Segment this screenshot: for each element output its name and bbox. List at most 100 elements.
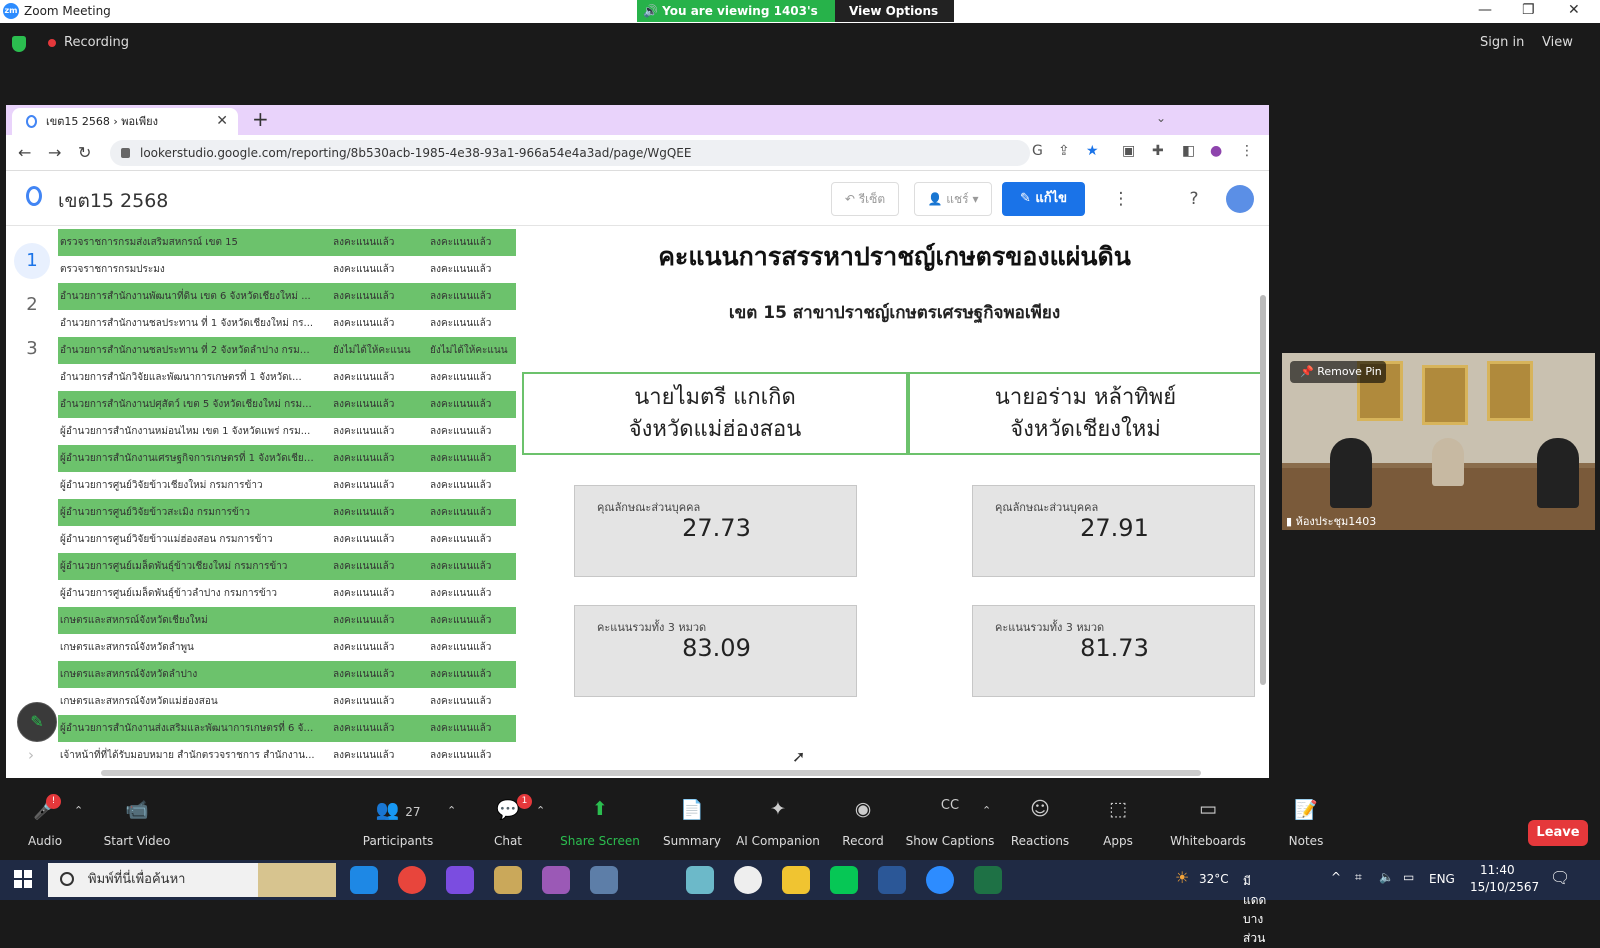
- edit-button[interactable]: ✎ แก้ไข: [1002, 182, 1085, 216]
- battery-icon[interactable]: ▭: [1403, 870, 1414, 884]
- horizontal-scrollbar[interactable]: [101, 770, 1201, 776]
- start-video-button[interactable]: 📹 Start Video: [92, 799, 182, 848]
- table-row[interactable]: ผู้อำนวยการศูนย์วิจัยข้าวแม่ฮ่องสอน กรมก…: [58, 526, 516, 553]
- record-button[interactable]: ◉ Record: [818, 798, 908, 848]
- show-captions-button[interactable]: CC Show Captions: [905, 798, 995, 848]
- ai-companion-button[interactable]: ✦ AI Companion: [733, 798, 823, 848]
- table-row[interactable]: ผู้อำนวยการศูนย์วิจัยข้าวเชียงใหม่ กรมกา…: [58, 472, 516, 499]
- page-2-button[interactable]: 2: [14, 287, 50, 323]
- audio-button[interactable]: 🎤! Audio: [0, 794, 90, 848]
- app-icon[interactable]: [494, 866, 522, 894]
- restore-icon[interactable]: ❐: [1522, 2, 1535, 18]
- notification-icon[interactable]: 🗨: [1550, 868, 1570, 887]
- table-row[interactable]: อำนวยการสำนักงานพัฒนาที่ดิน เขต 6 จังหวั…: [58, 283, 516, 310]
- taskbar-search-input[interactable]: พิมพ์ที่นี่เพื่อค้นหา: [48, 863, 336, 897]
- reload-icon[interactable]: ↻: [78, 143, 91, 162]
- participants-chevron-icon[interactable]: ⌃: [447, 804, 456, 817]
- zoom-icon[interactable]: [926, 866, 954, 894]
- network-icon[interactable]: ⌗: [1355, 870, 1362, 885]
- vertical-scrollbar[interactable]: [1260, 295, 1266, 685]
- table-row[interactable]: อำนวยการสำนักวิจัยและพัฒนาการเกษตรที่ 1 …: [58, 364, 516, 391]
- tray-chevron-icon[interactable]: ^: [1331, 870, 1341, 884]
- app-icon[interactable]: [686, 866, 714, 894]
- clock-time[interactable]: 11:40: [1480, 863, 1515, 877]
- apps-button[interactable]: ⬚ Apps: [1073, 798, 1163, 848]
- view-button[interactable]: View: [1542, 35, 1573, 50]
- chat-button[interactable]: 💬 1 Chat: [463, 794, 553, 848]
- sign-in-button[interactable]: Sign in: [1480, 35, 1524, 50]
- table-row[interactable]: เกษตรและสหกรณ์จังหวัดเชียงใหม่ ลงคะแนนแล้…: [58, 607, 516, 634]
- shield-icon[interactable]: [12, 36, 26, 52]
- minimize-icon[interactable]: —: [1478, 2, 1492, 18]
- table-row[interactable]: เกษตรและสหกรณ์จังหวัดลำพูน ลงคะแนนแล้ว ลงค…: [58, 634, 516, 661]
- back-icon[interactable]: ←: [18, 143, 31, 162]
- audio-options-chevron-icon[interactable]: ⌃: [74, 804, 83, 817]
- page-3-button[interactable]: 3: [14, 331, 50, 367]
- cast-icon[interactable]: ▣: [1122, 143, 1135, 159]
- tab-list-chevron-icon[interactable]: ⌄: [1156, 111, 1166, 125]
- app-icon[interactable]: [446, 866, 474, 894]
- table-row[interactable]: เกษตรและสหกรณ์จังหวัดลำปาง ลงคะแนนแล้ว ลงค…: [58, 661, 516, 688]
- table-row[interactable]: ผู้อำนวยการศูนย์เมล็ดพันธุ์ข้าวลำปาง กรม…: [58, 580, 516, 607]
- more-options-icon[interactable]: ⋮: [1106, 184, 1136, 214]
- table-row[interactable]: ผู้อำนวยการสำนักงานหม่อนไหม เขต 1 จังหวั…: [58, 418, 516, 445]
- forward-icon[interactable]: →: [48, 143, 61, 162]
- weather-icon[interactable]: ☀: [1175, 868, 1189, 887]
- chat-chevron-icon[interactable]: ⌃: [536, 804, 545, 817]
- reset-button[interactable]: ↶ รีเซ็ต: [831, 182, 899, 216]
- extensions-icon[interactable]: ✚: [1152, 143, 1164, 159]
- table-row[interactable]: เจ้าหน้าที่ที่ได้รับมอบหมาย สำนักตรวจราช…: [58, 742, 516, 769]
- remove-pin-button[interactable]: 📌 Remove Pin: [1290, 361, 1386, 383]
- side-panel-icon[interactable]: ◧: [1182, 143, 1195, 159]
- table-row[interactable]: อำนวยการสำนักงานชลประทาน ที่ 2 จังหวัดลำ…: [58, 337, 516, 364]
- table-row[interactable]: ผู้อำนวยการสำนักงานส่งเสริมและพัฒนาการเก…: [58, 715, 516, 742]
- edge-icon[interactable]: [350, 866, 378, 894]
- table-row[interactable]: ผู้อำนวยการศูนย์เมล็ดพันธุ์ข้าวเชียงใหม่…: [58, 553, 516, 580]
- word-icon[interactable]: [878, 866, 906, 894]
- chrome-icon[interactable]: [398, 866, 426, 894]
- chevron-right-icon[interactable]: ›: [28, 746, 34, 764]
- tab-close-icon[interactable]: ✕: [216, 108, 228, 135]
- file-explorer-icon[interactable]: [782, 866, 810, 894]
- avatar[interactable]: [1226, 185, 1254, 213]
- google-icon[interactable]: G: [1032, 143, 1043, 159]
- app-icon[interactable]: [542, 866, 570, 894]
- bookmark-star-icon[interactable]: ★: [1086, 143, 1099, 159]
- menu-kebab-icon[interactable]: ⋮: [1240, 143, 1254, 159]
- clock-date[interactable]: 15/10/2567: [1470, 880, 1539, 894]
- table-row[interactable]: อำนวยการสำนักงานปศุสัตว์ เขต 5 จังหวัดเช…: [58, 391, 516, 418]
- annotate-pencil-button[interactable]: ✎: [17, 702, 57, 742]
- calculator-icon[interactable]: [590, 866, 618, 894]
- report-name[interactable]: เขต15 2568: [58, 186, 168, 216]
- excel-icon[interactable]: [974, 866, 1002, 894]
- app-icon[interactable]: [734, 866, 762, 894]
- captions-chevron-icon[interactable]: ⌃: [982, 804, 991, 817]
- close-icon[interactable]: ✕: [1568, 2, 1580, 18]
- table-row[interactable]: ตรวจราชการกรมส่งเสริมสหกรณ์ เขต 15 ลงคะแน…: [58, 229, 516, 256]
- page-1-button[interactable]: 1: [14, 243, 50, 279]
- reactions-button[interactable]: ☺ Reactions: [995, 798, 1085, 848]
- windows-start-icon[interactable]: [14, 870, 32, 888]
- recording-label[interactable]: Recording: [64, 35, 129, 50]
- whiteboards-button[interactable]: ▭ Whiteboards: [1163, 798, 1253, 848]
- table-row[interactable]: ตรวจราชการกรมประมง ลงคะแนนแล้ว ลงคะแนนแล้ว: [58, 256, 516, 283]
- browser-tab[interactable]: เขต15 2568 › พอเพียง ✕: [12, 108, 238, 135]
- view-options-button[interactable]: View Options ⌄: [835, 0, 954, 40]
- table-row[interactable]: ผู้อำนวยการศูนย์วิจัยข้าวสะเมิง กรมการข้…: [58, 499, 516, 526]
- participants-button[interactable]: 👥 27 Participants: [353, 799, 443, 848]
- leave-button[interactable]: Leave: [1528, 820, 1588, 846]
- profile-icon[interactable]: ●: [1210, 143, 1222, 159]
- weather-temp[interactable]: 32°C: [1199, 872, 1229, 886]
- summary-button[interactable]: 📄 Summary: [647, 799, 737, 848]
- language-indicator[interactable]: ENG: [1429, 872, 1455, 886]
- help-icon[interactable]: ?: [1179, 184, 1209, 214]
- share-screen-button[interactable]: ⬆ Share Screen: [555, 798, 645, 848]
- share-button[interactable]: 👤 แชร์ ▾: [914, 182, 992, 216]
- line-icon[interactable]: [830, 866, 858, 894]
- notes-button[interactable]: 📝 Notes: [1261, 799, 1351, 848]
- weather-desc[interactable]: มีแดดบางส่วน: [1243, 872, 1266, 948]
- volume-icon[interactable]: 🔈: [1379, 870, 1394, 884]
- url-input[interactable]: lookerstudio.google.com/reporting/8b530a…: [110, 140, 1030, 166]
- share-page-icon[interactable]: ⇪: [1058, 143, 1070, 159]
- table-row[interactable]: อำนวยการสำนักงานชลประทาน ที่ 1 จังหวัดเช…: [58, 310, 516, 337]
